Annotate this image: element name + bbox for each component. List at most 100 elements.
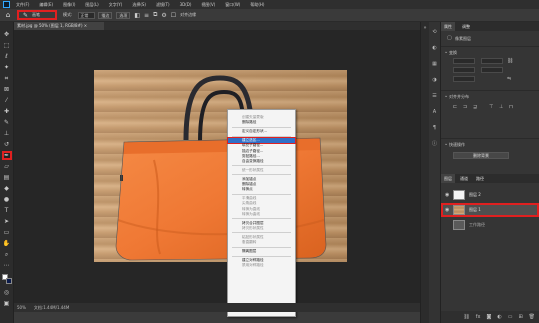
chevron-down-icon[interactable]: ⌄	[444, 49, 448, 55]
path-operations-icon[interactable]: ◧	[134, 12, 140, 19]
screen-mode-icon[interactable]: ▣	[2, 299, 12, 308]
link-icon[interactable]: ⛓	[507, 58, 513, 64]
home-icon[interactable]: ⌂	[3, 11, 13, 20]
layer-row[interactable]: 工作路径	[441, 218, 539, 232]
swatches-icon[interactable]: ▦	[431, 60, 439, 68]
group-icon[interactable]: ▭	[508, 314, 513, 320]
gear-icon[interactable]: ⚙	[161, 12, 166, 19]
checkbox-icon[interactable]: ☐	[171, 12, 176, 19]
quick-select-tool-icon[interactable]: ✦	[2, 63, 12, 72]
align-right-icon[interactable]: ⊒	[473, 104, 477, 110]
lasso-tool-icon[interactable]: ℓ	[2, 52, 12, 61]
path-arrangement-icon[interactable]: ⧉	[153, 11, 157, 19]
mode-select[interactable]: 正常	[78, 11, 96, 19]
document-canvas[interactable]	[94, 70, 347, 262]
collapse-panels-icon[interactable]: »	[422, 25, 429, 32]
menu-view[interactable]: 视图(V)	[201, 2, 215, 8]
color-icon[interactable]: ◐	[431, 44, 439, 52]
history-icon[interactable]: ⟲	[431, 28, 439, 36]
menu-3d[interactable]: 3D(D)	[180, 2, 192, 7]
crop-tool-icon[interactable]: ⌗	[2, 74, 12, 83]
info-icon[interactable]: ⓘ	[431, 140, 439, 148]
history-brush-tool-icon[interactable]: ↺	[2, 140, 12, 149]
context-menu-item[interactable]: 隔离图层	[228, 249, 295, 254]
hand-tool-icon[interactable]: ✋	[2, 239, 12, 248]
tab-properties[interactable]: 属性	[441, 22, 455, 31]
eye-icon[interactable]: ◉	[445, 207, 449, 213]
menu-image[interactable]: 图像(I)	[63, 2, 75, 8]
path-selection-tool-icon[interactable]: ➤	[2, 217, 12, 226]
eraser-tool-icon[interactable]: ▱	[2, 162, 12, 171]
paragraph-icon[interactable]: ¶	[431, 124, 439, 132]
chevron-down-icon[interactable]: ⌄	[444, 93, 448, 99]
tool-preset-picker[interactable]: ✎ 画笔	[17, 10, 57, 20]
context-menu-item[interactable]: 定义自定形状...	[228, 129, 295, 134]
eyedropper-tool-icon[interactable]: ⁄	[2, 96, 12, 105]
height-field[interactable]	[481, 58, 503, 64]
layer-row[interactable]: ◉ 图层 2	[441, 188, 539, 202]
context-menu-item[interactable]: 删除路径	[228, 120, 295, 125]
align-bottom-icon[interactable]: ⊓	[509, 104, 513, 110]
status-bar: 50% 文档:1.44M/1.44M	[14, 303, 420, 312]
stroke-button[interactable]: 描边	[98, 11, 113, 19]
align-top-icon[interactable]: ⊤	[489, 104, 493, 110]
type-tool-icon[interactable]: T	[2, 206, 12, 215]
menu-filter[interactable]: 滤镜(T)	[156, 2, 170, 8]
menu-layer[interactable]: 图层(L)	[85, 2, 98, 8]
chevron-down-icon[interactable]: ⌄	[444, 141, 448, 147]
options-button[interactable]: 选项	[116, 11, 131, 19]
gradient-tool-icon[interactable]: ▤	[2, 173, 12, 182]
adjustments-icon[interactable]: ◑	[431, 76, 439, 84]
brush-tool-icon[interactable]: ✎	[2, 118, 12, 127]
clone-stamp-tool-icon[interactable]: ⊥	[2, 129, 12, 138]
more-tools-icon[interactable]: ⋯	[2, 261, 12, 270]
menu-help[interactable]: 帮助(H)	[250, 2, 264, 8]
quick-mask-icon[interactable]: ◎	[2, 288, 12, 297]
tab-layers[interactable]: 图层	[441, 174, 455, 183]
eye-icon[interactable]: ◉	[445, 192, 449, 198]
pen-tool-icon[interactable]: ✒	[1, 151, 12, 160]
context-menu-item[interactable]: 转换点	[228, 187, 295, 192]
rectangle-tool-icon[interactable]: ▭	[2, 228, 12, 237]
libraries-icon[interactable]: ☰	[431, 92, 439, 100]
fx-icon[interactable]: fx	[476, 314, 481, 320]
align-center-icon[interactable]: ⊐	[463, 104, 467, 110]
flip-icon[interactable]: ⇋	[507, 76, 511, 82]
align-middle-icon[interactable]: ⊥	[499, 104, 503, 110]
blur-tool-icon[interactable]: ◆	[2, 184, 12, 193]
zoom-tool-icon[interactable]: ⌕	[2, 250, 12, 259]
menu-edit[interactable]: 编辑(E)	[39, 2, 53, 8]
healing-brush-tool-icon[interactable]: ✚	[2, 107, 12, 116]
link-layers-icon[interactable]: ⛓	[463, 314, 469, 320]
new-layer-icon[interactable]: ⊞	[518, 314, 522, 320]
move-tool-icon[interactable]: ✥	[2, 30, 12, 39]
frame-tool-icon[interactable]: ⊠	[2, 85, 12, 94]
path-alignment-icon[interactable]: ≡	[144, 12, 149, 19]
width-field[interactable]	[453, 58, 475, 64]
layer-row-selected[interactable]: ◉ 图层 1	[441, 203, 539, 217]
marquee-tool-icon[interactable]: ⬚	[2, 41, 12, 50]
trash-icon[interactable]: 🗑	[529, 314, 535, 320]
dodge-tool-icon[interactable]: ●	[2, 195, 12, 204]
document-tab[interactable]: 素材.jpg @ 50% (图层 1, RGB/8#) ×	[14, 22, 104, 30]
menu-file[interactable]: 文件(F)	[16, 2, 29, 8]
menu-window[interactable]: 窗口(W)	[225, 2, 240, 8]
align-left-icon[interactable]: ⊏	[453, 104, 457, 110]
tab-paths[interactable]: 路径	[473, 174, 487, 183]
tab-adjustments[interactable]: 调整	[459, 22, 473, 31]
x-field[interactable]	[453, 67, 475, 73]
context-menu-item[interactable]: 自由变换路径	[228, 159, 295, 164]
color-swatches[interactable]	[1, 274, 12, 284]
menu-select[interactable]: 选择(S)	[132, 2, 146, 8]
remove-background-button[interactable]: 删除背景	[453, 152, 509, 159]
y-field[interactable]	[481, 67, 503, 73]
zoom-level[interactable]: 50%	[17, 305, 26, 310]
angle-field[interactable]	[453, 76, 475, 82]
background-color-swatch[interactable]	[5, 278, 12, 284]
mask-icon[interactable]: ◙	[486, 314, 491, 320]
canvas-area[interactable]: 创建矢量蒙版 删除路径 定义自定形状... 建立选区... 填充子路径... 描边子路径.…	[14, 30, 420, 317]
tab-channels[interactable]: 通道	[457, 174, 471, 183]
menu-type[interactable]: 文字(Y)	[109, 2, 123, 8]
character-icon[interactable]: A	[431, 108, 439, 116]
adjustment-layer-icon[interactable]: ◐	[497, 314, 501, 320]
